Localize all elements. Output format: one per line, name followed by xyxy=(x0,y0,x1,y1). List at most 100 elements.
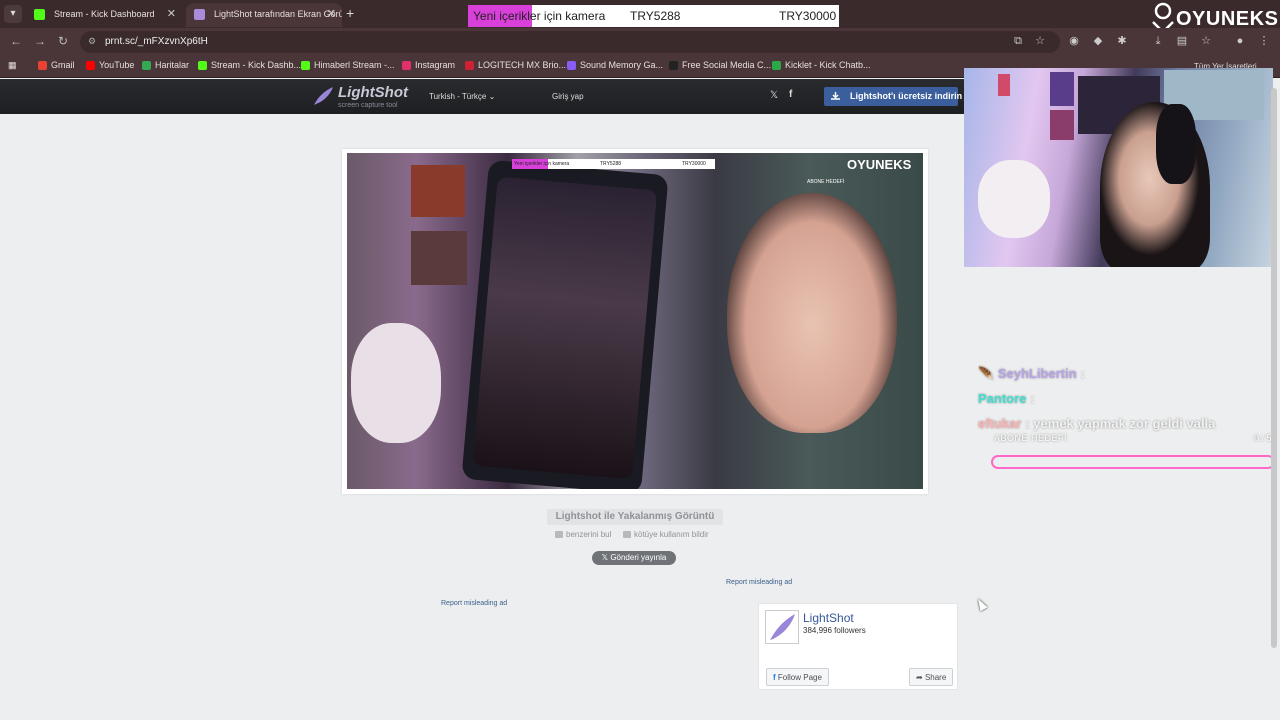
mini-banner-target: TRY30000 xyxy=(682,161,706,167)
profile-avatar-icon[interactable]: ● xyxy=(1234,35,1246,47)
plush-bunny xyxy=(351,323,441,443)
extension-icon[interactable]: ◆ xyxy=(1092,35,1104,47)
address-bar[interactable]: ⚙ prnt.sc/_mFXzvnXp6tH xyxy=(80,31,1060,53)
forward-icon[interactable]: → xyxy=(34,34,46,48)
bookmark-kick-dashboard[interactable]: Stream - Kick Dashb... xyxy=(198,60,301,70)
site-info-icon[interactable]: ⚙ xyxy=(88,36,96,47)
follow-page-button[interactable]: f Follow Page xyxy=(766,668,829,686)
new-tab-icon[interactable]: + xyxy=(346,5,354,21)
tab-lightshot[interactable]: LightShot tarafından Ekran Görü ✕ xyxy=(186,3,342,27)
back-icon[interactable]: ← xyxy=(10,34,22,48)
facebook-page-widget: LightShot 384,996 followers f Follow Pag… xyxy=(758,603,958,690)
bookmark-free-social[interactable]: Free Social Media C... xyxy=(669,60,771,70)
post-to-x-button[interactable]: 𝕏 Gönderi yayınla xyxy=(592,551,676,565)
sub-goal-progress-bar xyxy=(991,455,1275,469)
feather-icon xyxy=(314,87,333,105)
lightshot-header: LightShot screen capture tool Turkish - … xyxy=(0,79,965,114)
bookmark-label: Sound Memory Ga... xyxy=(580,60,664,70)
chat-message: eftukar: yemek yapmak zor geldi valla xyxy=(978,416,1215,431)
screenshot-goal-banner: Yeni içerikler için kamera TRY5288 TRY30… xyxy=(512,159,715,169)
follow-label: Follow Page xyxy=(777,673,822,682)
bookmark-himaberl[interactable]: Himaberl Stream -... xyxy=(301,60,395,70)
twitter-icon[interactable]: 𝕏 xyxy=(770,90,778,101)
chat-message: 🪶 SeyhLibertin: xyxy=(978,366,1085,382)
goal-target: TRY30000 xyxy=(779,9,837,23)
bookmark-label: Free Social Media C... xyxy=(682,60,772,70)
language-select[interactable]: Turkish - Türkçe ⌄ xyxy=(429,92,495,101)
chat-text: : xyxy=(1080,366,1085,381)
phone-screen xyxy=(472,176,658,480)
share-label: Share xyxy=(924,673,947,682)
bookmark-label: LOGITECH MX Brio... xyxy=(478,60,567,70)
chat-text: : xyxy=(1030,391,1035,406)
page-avatar[interactable] xyxy=(765,610,799,644)
captured-screenshot[interactable]: Yeni içerikler için kamera TRY5288 TRY30… xyxy=(342,149,928,494)
bookmark-instagram[interactable]: Instagram xyxy=(402,60,455,70)
mini-banner-title: Yeni içerikler için kamera xyxy=(514,161,570,167)
login-link[interactable]: Giriş yap xyxy=(552,92,584,101)
mini-goal-label: ABONE HEDEFİ xyxy=(807,179,845,185)
tab-kick-dashboard[interactable]: Stream - Kick Dashboard ✕ xyxy=(26,3,182,27)
facebook-icon[interactable]: f xyxy=(789,89,792,100)
bookmark-label: Kicklet - Kick Chatb... xyxy=(785,60,871,70)
bookmark-label: YouTube xyxy=(99,60,135,70)
extension-icon[interactable]: ◉ xyxy=(1068,35,1080,47)
bookmark-label: Haritalar xyxy=(155,60,190,70)
menu-kebab-icon[interactable]: ⋮ xyxy=(1258,35,1270,47)
bookmark-maps[interactable]: Haritalar xyxy=(142,60,189,70)
bookmark-kicklet[interactable]: Kicklet - Kick Chatb... xyxy=(772,60,871,70)
browser-toolbar: ← → ↻ ⚙ prnt.sc/_mFXzvnXp6tH ⧉ ☆ ◉ ◆ ✱ ⤓… xyxy=(0,28,1280,56)
tab-search-icon[interactable]: ▾ xyxy=(4,5,22,23)
scrollbar-thumb[interactable] xyxy=(1271,88,1277,648)
bookmark-gmail[interactable]: Gmail xyxy=(38,60,75,70)
report-abuse-link[interactable]: kötüye kullanım bildir xyxy=(623,530,709,539)
fb-followers: 384,996 followers xyxy=(803,626,866,635)
reading-list-icon[interactable]: ▤ xyxy=(1176,35,1188,47)
extensions-puzzle-icon[interactable]: ✱ xyxy=(1116,35,1128,47)
feather-icon xyxy=(766,611,798,643)
post-label: Gönderi yayınla xyxy=(610,553,667,562)
page-scrollbar[interactable] xyxy=(1270,78,1278,672)
close-tab-icon[interactable]: ✕ xyxy=(167,7,176,20)
fb-page-name[interactable]: LightShot xyxy=(803,611,854,625)
download-button[interactable]: Lightshot'ı ücretsiz indirin xyxy=(824,87,962,106)
install-app-icon[interactable]: ⧉ xyxy=(1012,35,1024,47)
headset xyxy=(1156,104,1196,184)
bookmark-star-icon[interactable]: ☆ xyxy=(1034,35,1046,47)
close-tab-icon[interactable]: ✕ xyxy=(327,7,336,20)
youtube-icon xyxy=(86,61,95,70)
wall-photo xyxy=(411,231,467,285)
reload-icon[interactable]: ↻ xyxy=(58,34,68,48)
maps-icon xyxy=(142,61,151,70)
bookmarks-icon[interactable]: ☆ xyxy=(1200,35,1212,47)
flag-icon xyxy=(623,531,631,538)
mini-brand-logo: OYUNEKS xyxy=(847,157,912,172)
report-misleading-ad-link[interactable]: Report misleading ad xyxy=(441,600,507,607)
download-icon[interactable]: ⤓ xyxy=(1152,35,1164,47)
goal-banner-title: Yeni içerikler için kamera xyxy=(473,9,606,23)
streamer-face xyxy=(727,193,897,433)
bookmark-label: Himaberl Stream -... xyxy=(314,60,395,70)
bookmark-label: Instagram xyxy=(415,60,456,70)
kick-icon xyxy=(198,61,207,70)
bookmark-sound-memory[interactable]: Sound Memory Ga... xyxy=(567,60,663,70)
bookmark-logitech[interactable]: LOGITECH MX Brio... xyxy=(465,60,566,70)
screenshot-caption: Lightshot ile Yakalanmış Görüntü xyxy=(547,509,723,525)
share-button[interactable]: ➦ Share xyxy=(909,668,954,686)
chat-text: : yemek yapmak zor geldi valla xyxy=(1025,416,1216,431)
image-icon xyxy=(555,531,563,538)
find-similar-link[interactable]: benzerini bul xyxy=(555,530,611,539)
bookmark-label: Gmail xyxy=(51,60,75,70)
webcam-overlay xyxy=(964,68,1273,267)
download-cloud-icon xyxy=(831,92,840,100)
mouse-cursor-icon xyxy=(974,596,988,612)
tab-label: LightShot tarafından Ekran Görü xyxy=(214,9,342,19)
sound-memory-icon xyxy=(567,61,576,70)
phone-in-hand xyxy=(461,159,669,489)
bookmark-youtube[interactable]: YouTube xyxy=(86,60,134,70)
apps-grid-icon[interactable]: ▦ xyxy=(8,60,17,71)
report-misleading-ad-link[interactable]: Report misleading ad xyxy=(726,579,792,586)
kicklet-icon xyxy=(772,61,781,70)
x-icon: 𝕏 xyxy=(601,553,611,562)
badge-icon: 🪶 xyxy=(978,366,998,381)
